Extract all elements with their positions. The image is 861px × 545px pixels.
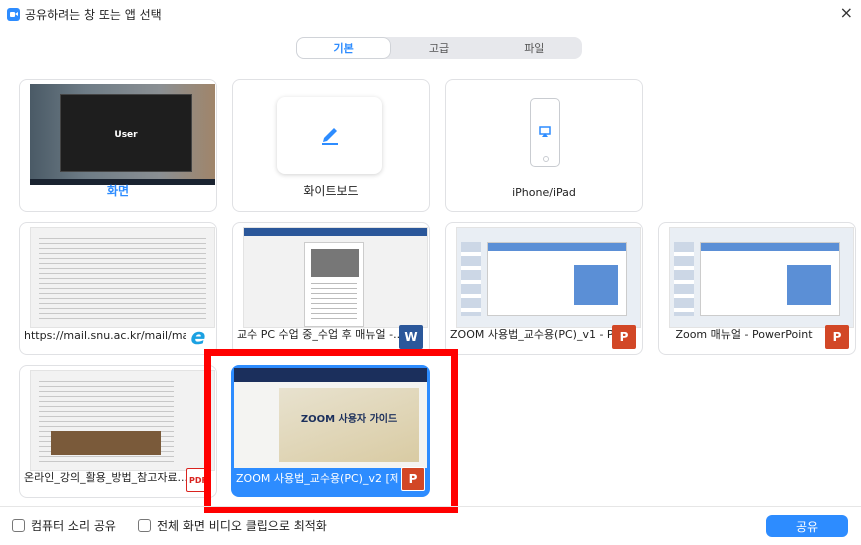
tab-basic[interactable]: 기본 [296, 37, 392, 59]
tile-iphone-label: iPhone/iPad [512, 186, 576, 199]
pencil-icon [322, 128, 338, 145]
divider [0, 506, 861, 507]
word-icon: W [399, 325, 423, 349]
zoom-meeting-window-thumbnail: User [60, 94, 192, 172]
tab-advanced[interactable]: 고급 [391, 37, 486, 59]
pdf-thumbnail [30, 370, 215, 471]
share-computer-sound-option[interactable]: 컴퓨터 소리 공유 [12, 517, 116, 534]
window-label: 온라인_강의_활용_방법_참고자료... [24, 471, 186, 484]
window-label: ZOOM 사용법_교수용(PC)_v1 - P... [450, 328, 612, 341]
whiteboard-card [277, 97, 382, 174]
tile-screen-label: 화면 [106, 184, 130, 198]
window-label: https://mail.snu.ac.kr/mail/main... [24, 329, 186, 342]
tile-window-zoom-manual[interactable]: Zoom 매뉴얼 - PowerPoint P [658, 222, 856, 355]
share-sound-label: 컴퓨터 소리 공유 [31, 519, 116, 533]
selection-highlight-frame [204, 349, 458, 513]
tile-window-mail[interactable]: https://mail.snu.ac.kr/mail/main... e [19, 222, 217, 355]
window-label: Zoom 매뉴얼 - PowerPoint [675, 328, 813, 341]
title-bar: 공유하려는 창 또는 앱 선택 × [0, 0, 861, 26]
tile-screen[interactable]: User 화면 [19, 79, 217, 212]
ppt-v1-thumbnail [456, 227, 641, 328]
share-sound-checkbox[interactable] [12, 519, 25, 532]
airplay-icon [539, 126, 551, 137]
tab-files[interactable]: 파일 [487, 37, 582, 59]
tile-whiteboard-label: 화이트보드 [303, 184, 359, 198]
tab-bar: 기본 고급 파일 [296, 37, 582, 59]
powerpoint-icon: P [612, 325, 636, 349]
tile-window-pdf[interactable]: 온라인_강의_활용_방법_참고자료... PDF [19, 365, 217, 498]
tile-whiteboard[interactable]: 화이트보드 [232, 79, 430, 212]
optimize-video-option[interactable]: 전체 화면 비디오 클립으로 최적화 [138, 517, 327, 534]
tile-window-ppt-v1[interactable]: ZOOM 사용법_교수용(PC)_v1 - P... P [445, 222, 643, 355]
powerpoint-icon: P [825, 325, 849, 349]
desktop-thumbnail: User [30, 84, 215, 185]
thumbnail-user-text: User [114, 130, 138, 140]
zoom-manual-thumbnail [669, 227, 854, 328]
tile-window-word[interactable]: 교수 PC 수업 중_수업 후 매뉴얼 -... W [232, 222, 430, 355]
ie-icon: e [190, 324, 206, 350]
share-button[interactable]: 공유 [766, 515, 848, 537]
phone-outline [530, 98, 560, 167]
zoom-app-icon [7, 8, 20, 21]
close-icon[interactable]: × [840, 3, 853, 22]
optimize-video-checkbox[interactable] [138, 519, 151, 532]
optimize-video-label: 전체 화면 비디오 클립으로 최적화 [157, 519, 327, 533]
window-label: 교수 PC 수업 중_수업 후 매뉴얼 -... [237, 328, 399, 341]
word-thumbnail [243, 227, 428, 328]
mail-thumbnail [30, 227, 215, 328]
tile-iphone-ipad[interactable]: iPhone/iPad [445, 79, 643, 212]
window-title: 공유하려는 창 또는 앱 선택 [25, 8, 162, 22]
